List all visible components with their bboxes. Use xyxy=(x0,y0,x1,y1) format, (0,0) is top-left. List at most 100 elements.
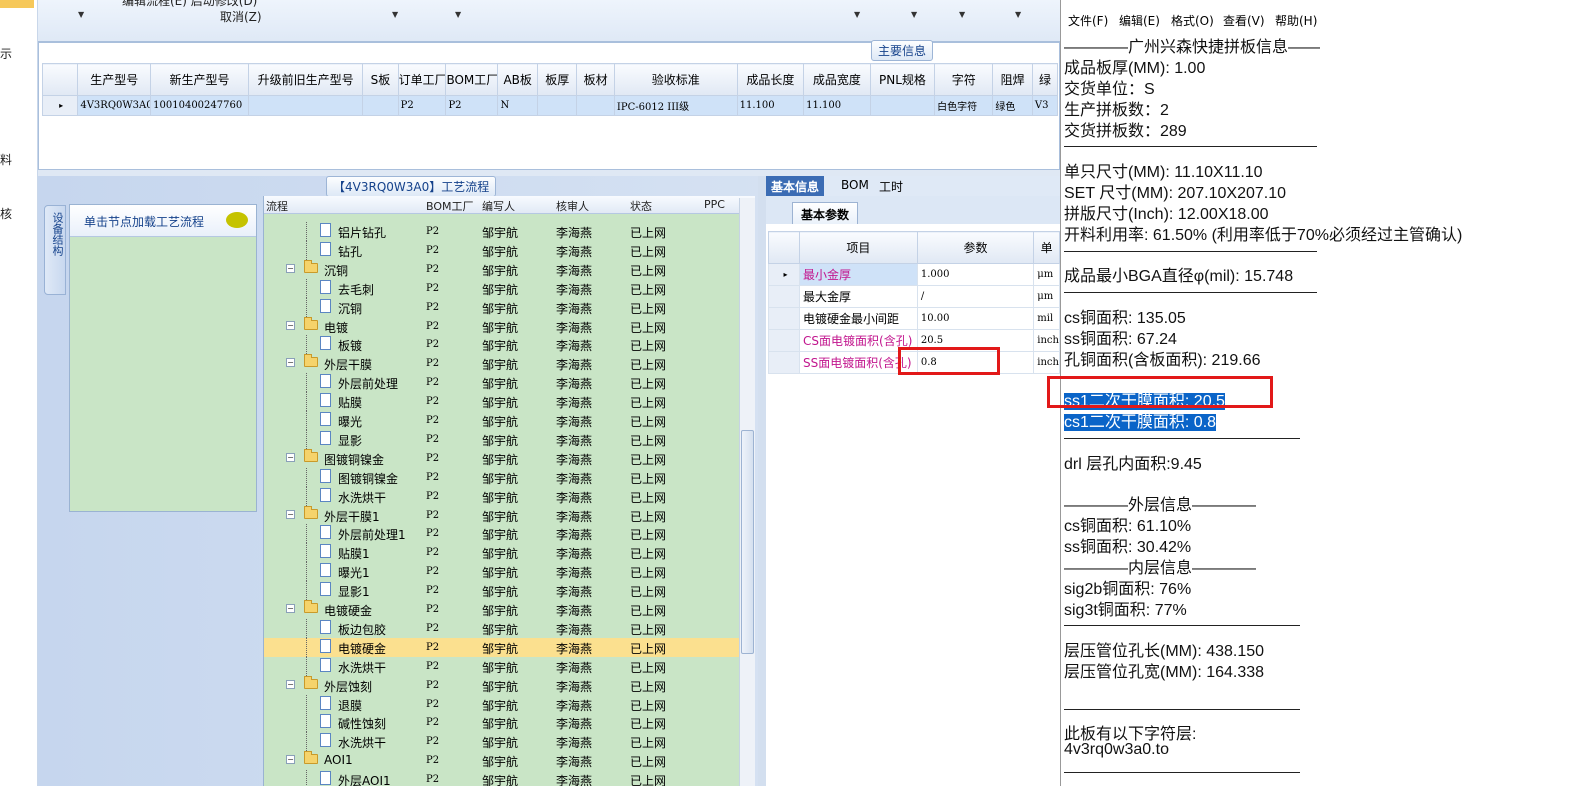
menu-help[interactable]: 帮助(H) xyxy=(1275,12,1317,29)
col-header[interactable]: PPC xyxy=(704,198,725,211)
col-header[interactable]: BOM工厂 xyxy=(445,63,499,96)
list-item[interactable]: 碱性蚀刻 P2 邹宇航 李海燕 已上网 xyxy=(264,713,740,733)
table-row[interactable]: 最大金厚 / μm xyxy=(767,285,1060,308)
list-item[interactable]: 铝片钻孔 P2 邹宇航 李海燕 已上网 xyxy=(264,222,740,241)
table-cell[interactable]: 4V3RQ0W3A0 xyxy=(77,95,152,116)
table-cell[interactable] xyxy=(869,95,936,116)
list-item[interactable]: − 沉铜 P2 邹宇航 李海燕 已上网 xyxy=(264,259,740,279)
list-item[interactable]: − AOI1 P2 邹宇航 李海燕 已上网 xyxy=(264,751,740,770)
menu-file[interactable]: 文件(F) xyxy=(1068,12,1108,29)
chevron-down-icon[interactable]: ▼ xyxy=(455,10,461,19)
list-item[interactable]: 外层AOI1 P2 邹宇航 李海燕 已上网 xyxy=(264,770,740,786)
col-header[interactable]: 阻焊 xyxy=(992,63,1033,96)
collapse-icon[interactable]: − xyxy=(286,755,295,765)
list-item[interactable]: − 外层蚀刻 P2 邹宇航 李海燕 已上网 xyxy=(264,675,740,695)
tab-work-hours[interactable]: 工时 xyxy=(874,176,908,196)
table-cell[interactable] xyxy=(536,95,578,116)
col-header[interactable]: 核审人 xyxy=(556,198,589,214)
list-item[interactable]: − 外层干膜 P2 邹宇航 李海燕 已上网 xyxy=(264,354,740,373)
list-item[interactable]: − 外层干膜1 P2 邹宇航 李海燕 已上网 xyxy=(264,505,740,525)
tab-basic-info[interactable]: 基本信息 xyxy=(766,176,825,196)
list-item[interactable]: 板镀 P2 邹宇航 李海燕 已上网 xyxy=(264,335,740,355)
param-value[interactable]: / xyxy=(916,285,1035,308)
collapse-icon[interactable]: − xyxy=(286,358,295,368)
list-item[interactable]: − 电镀 P2 邹宇航 李海燕 已上网 xyxy=(264,316,740,336)
nav-label-3[interactable]: 核 xyxy=(0,205,12,222)
main-info-caption[interactable]: 主要信息 xyxy=(871,40,934,61)
list-item[interactable]: 沉铜 P2 邹宇航 李海燕 已上网 xyxy=(264,297,740,317)
table-cell[interactable]: N xyxy=(497,95,538,116)
nav-label-1[interactable]: 示 xyxy=(0,45,12,62)
col-header[interactable]: AB板 xyxy=(497,63,538,96)
col-header[interactable]: 字符 xyxy=(934,63,994,96)
scrollbar-thumb[interactable] xyxy=(741,430,754,654)
tab-bom[interactable]: BOM xyxy=(836,176,874,196)
col-header[interactable]: 板材 xyxy=(576,63,615,96)
list-item[interactable]: − 电镀硬金 P2 邹宇航 李海燕 已上网 xyxy=(264,600,740,619)
table-cell[interactable]: 绿色 xyxy=(992,95,1033,116)
list-item[interactable]: 贴膜 P2 邹宇航 李海燕 已上网 xyxy=(264,392,740,412)
col-header[interactable]: 项目 xyxy=(799,231,918,264)
collapse-icon[interactable]: − xyxy=(286,509,295,519)
collapse-icon[interactable]: − xyxy=(286,320,295,330)
chevron-down-icon[interactable]: ▼ xyxy=(911,10,917,19)
table-cell[interactable]: 10010400247760 xyxy=(150,95,249,116)
col-header[interactable]: 参数 xyxy=(916,231,1035,264)
col-header[interactable]: 编写人 xyxy=(482,198,515,214)
chevron-down-icon[interactable]: ▼ xyxy=(1015,10,1021,19)
col-header[interactable]: 新生产型号 xyxy=(150,63,249,96)
collapse-icon[interactable]: − xyxy=(286,679,295,689)
col-header[interactable]: 板厚 xyxy=(536,63,578,96)
list-item[interactable]: 外层前处理 P2 邹宇航 李海燕 已上网 xyxy=(264,373,740,393)
col-header[interactable]: S板 xyxy=(362,63,399,96)
collapse-icon[interactable]: − xyxy=(286,452,295,462)
list-item[interactable]: 图镀铜镍金 P2 邹宇航 李海燕 已上网 xyxy=(264,467,740,487)
menu-format[interactable]: 格式(O) xyxy=(1171,12,1214,29)
list-item[interactable]: 外层前处理1 P2 邹宇航 李海燕 已上网 xyxy=(264,524,740,544)
list-item[interactable]: 水洗烘干 P2 邹宇航 李海燕 已上网 xyxy=(264,732,740,752)
vertical-splitter[interactable] xyxy=(758,176,766,786)
list-item[interactable]: 电镀硬金 P2 邹宇航 李海燕 已上网 xyxy=(264,637,740,657)
device-structure-tab[interactable]: 设备结构 xyxy=(44,205,66,295)
speech-bubble-icon[interactable] xyxy=(226,212,248,228)
table-cell[interactable] xyxy=(362,95,399,116)
node-panel-header[interactable]: 单击节点加载工艺流程 xyxy=(70,205,256,237)
param-value[interactable]: 10.00 xyxy=(916,307,1035,330)
chevron-down-icon[interactable]: ▼ xyxy=(78,10,84,19)
list-item[interactable]: 贴膜1 P2 邹宇航 李海燕 已上网 xyxy=(264,543,740,563)
table-cell[interactable]: 11.100 xyxy=(736,95,805,116)
table-cell[interactable]: P2 xyxy=(445,95,499,116)
collapse-icon[interactable]: − xyxy=(286,604,295,613)
collapse-icon[interactable]: − xyxy=(286,263,295,273)
col-header[interactable]: 绿 xyxy=(1031,63,1059,96)
table-row[interactable]: ▸ 4V3RQ0W3A0 10010400247760 P2 P2 N IPC-… xyxy=(41,95,1059,116)
chevron-down-icon[interactable]: ▼ xyxy=(392,10,398,19)
list-item[interactable]: 水洗烘干 P2 邹宇航 李海燕 已上网 xyxy=(264,656,740,676)
list-item[interactable]: 去毛刺 P2 邹宇航 李海燕 已上网 xyxy=(264,278,740,298)
list-item[interactable]: 曝光1 P2 邹宇航 李海燕 已上网 xyxy=(264,562,740,582)
list-item[interactable]: 显影 P2 邹宇航 李海燕 已上网 xyxy=(264,429,740,449)
col-header[interactable]: 成品宽度 xyxy=(803,63,871,96)
col-header[interactable]: 生产型号 xyxy=(77,63,152,96)
process-flow-caption[interactable]: 【4V3RQ0W3A0】工艺流程 xyxy=(326,176,497,197)
table-cell[interactable] xyxy=(247,95,364,116)
param-value[interactable]: 1.000 xyxy=(916,263,1035,286)
table-cell[interactable]: 白色字符 xyxy=(934,95,994,116)
table-cell[interactable]: V3 xyxy=(1031,95,1059,116)
table-cell[interactable] xyxy=(576,95,615,116)
menu-edit[interactable]: 编辑(E) xyxy=(1119,12,1160,29)
list-item[interactable]: 曝光 P2 邹宇航 李海燕 已上网 xyxy=(264,411,740,430)
col-header[interactable]: PNL规格 xyxy=(869,63,936,96)
list-item[interactable]: 显影1 P2 邹宇航 李海燕 已上网 xyxy=(264,581,740,601)
col-header[interactable]: 订单工厂 xyxy=(397,63,447,96)
col-header[interactable]: 验收标准 xyxy=(613,63,738,96)
undo-button[interactable]: 取消(Z) xyxy=(220,8,262,25)
col-header[interactable]: 成品长度 xyxy=(736,63,805,96)
nav-label-2[interactable]: 料 xyxy=(0,151,12,168)
process-scrollbar[interactable] xyxy=(739,198,755,786)
list-item[interactable]: 水洗烘干 P2 邹宇航 李海燕 已上网 xyxy=(264,486,740,506)
list-item[interactable]: 退膜 P2 邹宇航 李海燕 已上网 xyxy=(264,694,740,714)
table-cell[interactable]: 11.100 xyxy=(803,95,871,116)
list-item[interactable]: − 图镀铜镍金 P2 邹宇航 李海燕 已上网 xyxy=(264,448,740,468)
col-header[interactable]: 状态 xyxy=(630,198,652,214)
